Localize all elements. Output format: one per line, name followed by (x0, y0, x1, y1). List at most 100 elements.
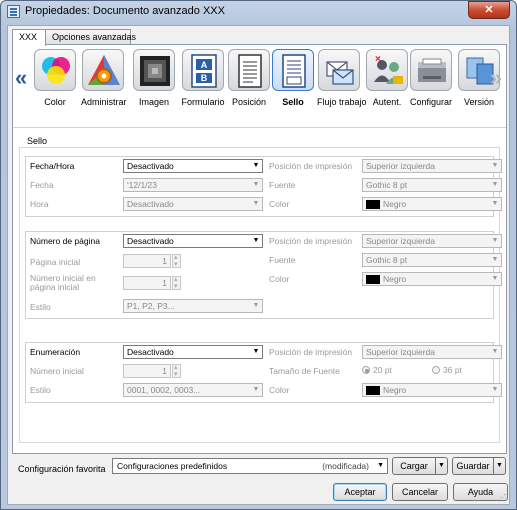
chevron-down-icon: ▼ (252, 181, 260, 188)
scroll-right-icon[interactable]: » (490, 65, 502, 91)
tab-opciones-avanzadas[interactable]: Opciones avanzadas (45, 29, 136, 45)
color-swatch (366, 200, 380, 210)
color-label: Color (269, 385, 290, 395)
estilo-select[interactable]: 0001, 0002, 0003... ▼ (123, 383, 263, 397)
color-select[interactable]: Negro ▼ (362, 197, 502, 211)
feature-label: Imagen (138, 97, 170, 107)
client-area: XXX Opciones avanzadas « Color Administr… (7, 25, 510, 505)
color-select[interactable]: Negro ▼ (362, 383, 502, 397)
color-label: Color (269, 274, 290, 284)
chevron-down-icon: ▼ (491, 237, 499, 244)
feature-flujo-trabajo[interactable]: Flujo trabajo (317, 49, 367, 125)
pagina-inicial-label: Página inicial (30, 257, 81, 267)
hora-label: Hora (30, 199, 49, 209)
radio-selected-icon (362, 366, 370, 374)
favorite-settings-bar: Configuración favorita Configuraciones p… (12, 457, 507, 478)
color-select[interactable]: Negro ▼ (362, 272, 502, 286)
chevron-down-icon[interactable]: ▼ (493, 458, 505, 474)
fuente-select[interactable]: Gothic 8 pt ▼ (362, 178, 502, 192)
feature-label: Configurar (409, 97, 453, 107)
chevron-down-icon: ▼ (491, 181, 499, 188)
chevron-down-icon[interactable]: ▼ (435, 458, 447, 474)
numero-inicial-stepper[interactable]: 1 (123, 364, 171, 378)
chevron-down-icon: ▼ (252, 386, 260, 393)
feature-label: Posición (231, 97, 267, 107)
fuente-label: Fuente (269, 255, 296, 265)
formulario-icon: A B (182, 49, 224, 91)
autent-icon: × (366, 49, 408, 91)
cancelar-button[interactable]: Cancelar (392, 483, 448, 501)
feature-administrar[interactable]: Administrar (81, 49, 127, 125)
feature-label: Autent. (372, 97, 402, 107)
chevron-down-icon: ▼ (491, 162, 499, 169)
feature-imagen[interactable]: Imagen (132, 49, 176, 125)
chevron-down-icon: ▼ (252, 302, 260, 309)
favorite-settings-label: Configuración favorita (18, 464, 106, 474)
aceptar-button[interactable]: Aceptar (333, 483, 387, 501)
color-swatch (366, 386, 380, 396)
chevron-down-icon: ▼ (491, 256, 499, 263)
posicion-select[interactable]: Superior izquierda ▼ (362, 345, 502, 359)
chevron-down-icon: ▼ (491, 200, 499, 207)
posicion-select[interactable]: Superior izquierda ▼ (362, 159, 502, 173)
estilo-select[interactable]: P1, P2, P3... ▼ (123, 299, 263, 313)
feature-configurar[interactable]: Configurar (409, 49, 453, 125)
properties-dialog: Propiedades: Documento avanzado XXX ✕ XX… (0, 0, 517, 510)
chevron-down-icon: ▼ (252, 348, 260, 355)
modified-indicator: (modificada) (322, 461, 369, 471)
tamano-20pt-radio[interactable]: 20 pt (362, 365, 392, 375)
numero-pagina-group: Número de página Desactivado ▼ Página ini… (25, 231, 502, 319)
numero-inicial-spin-buttons[interactable] (172, 275, 181, 290)
numero-pagina-label: Número de página (30, 236, 100, 246)
fuente-select[interactable]: Gothic 8 pt ▼ (362, 253, 502, 267)
chevron-down-icon: ▼ (252, 200, 260, 207)
feature-label: Color (44, 97, 66, 107)
pagina-inicial-stepper[interactable]: 1 (123, 254, 171, 268)
administrar-icon (82, 49, 124, 91)
guardar-button[interactable]: Guardar ▼ (452, 457, 506, 475)
imagen-icon (133, 49, 175, 91)
title-bar[interactable]: Propiedades: Documento avanzado XXX ✕ (1, 1, 516, 23)
scroll-left-icon[interactable]: « (15, 65, 27, 91)
fecha-hora-label: Fecha/Hora (30, 161, 75, 171)
favorite-settings-select[interactable]: Configuraciones predefinidos (modificada… (112, 458, 388, 474)
feature-color[interactable]: Color (33, 49, 77, 125)
close-button[interactable]: ✕ (468, 1, 510, 19)
posicion-label: Posición de impresión (269, 161, 353, 171)
feature-label: Flujo trabajo (317, 97, 367, 107)
hora-select[interactable]: Desactivado ▼ (123, 197, 263, 211)
configurar-icon (410, 49, 452, 91)
cargar-button[interactable]: Cargar ▼ (392, 457, 448, 475)
section-title: Sello (27, 136, 48, 146)
feature-icon-bar: « Color Administrar Imagen A B Formulari… (15, 47, 504, 125)
numero-inicial-spin-buttons[interactable] (172, 363, 181, 378)
printer-app-icon (7, 5, 20, 18)
feature-label: Sello (282, 97, 304, 107)
estilo-label: Estilo (30, 385, 51, 395)
numero-inicial-label: Número inicial en página inicial (30, 273, 96, 292)
fecha-hora-select[interactable]: Desactivado ▼ (123, 159, 263, 173)
fecha-select[interactable]: '12/1/23 ▼ (123, 178, 263, 192)
posicion-label: Posición de impresión (269, 347, 353, 357)
radio-unselected-icon (432, 366, 440, 374)
color-label: Color (269, 199, 290, 209)
enumeracion-label: Enumeración (30, 347, 81, 357)
feature-autent[interactable]: × Autent. (365, 49, 409, 125)
chevron-down-icon: ▼ (252, 237, 260, 244)
resize-grip-icon[interactable]: ⋰ (498, 493, 508, 503)
feature-posicion[interactable]: Posición (227, 49, 271, 125)
numero-pagina-select[interactable]: Desactivado ▼ (123, 234, 263, 248)
feature-sello[interactable]: Sello (271, 49, 315, 125)
pagina-inicial-spin-buttons[interactable] (172, 253, 181, 268)
feature-formulario[interactable]: A B Formulario (181, 49, 225, 125)
posicion-icon (228, 49, 270, 91)
color-icon (34, 49, 76, 91)
enumeracion-select[interactable]: Desactivado ▼ (123, 345, 263, 359)
estilo-label: Estilo (30, 302, 51, 312)
posicion-select[interactable]: Superior izquierda ▼ (362, 234, 502, 248)
feature-label: Versión (463, 97, 495, 107)
tamano-36pt-radio[interactable]: 36 pt (432, 365, 462, 375)
svg-text:×: × (375, 54, 381, 65)
numero-inicial-stepper[interactable]: 1 (123, 276, 171, 290)
tab-xxx[interactable]: XXX (12, 29, 46, 46)
